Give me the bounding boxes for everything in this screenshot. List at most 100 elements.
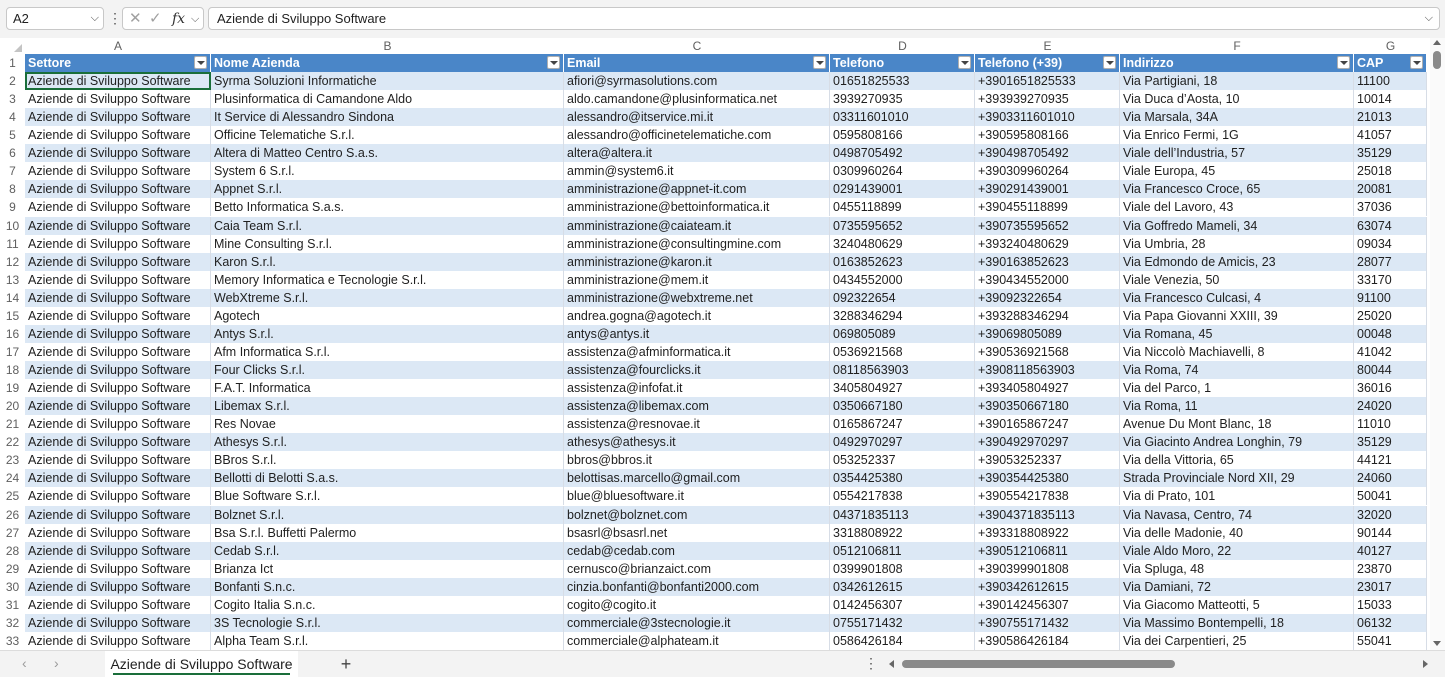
table-cell[interactable]: Memory Informatica e Tecnologie S.r.l.: [211, 270, 564, 289]
row-number[interactable]: 8: [0, 180, 25, 198]
table-cell[interactable]: cinzia.bonfanti@bonfanti2000.com: [564, 577, 830, 596]
table-cell[interactable]: +390755171432: [975, 613, 1120, 632]
table-cell[interactable]: Via del Parco, 1: [1120, 379, 1354, 398]
table-cell[interactable]: Aziende di Sviluppo Software: [25, 90, 211, 109]
table-cell[interactable]: Four Clicks S.r.l.: [211, 361, 564, 380]
table-cell[interactable]: 10014: [1354, 90, 1427, 109]
table-cell[interactable]: Via Enrico Fermi, 1G: [1120, 126, 1354, 145]
table-cell[interactable]: Via Damiani, 72: [1120, 577, 1354, 596]
row-number[interactable]: 13: [0, 271, 25, 289]
table-cell[interactable]: Aziende di Sviluppo Software: [25, 72, 211, 91]
table-cell[interactable]: aldo.camandone@plusinformatica.net: [564, 90, 830, 109]
table-cell[interactable]: assistenza@infofat.it: [564, 379, 830, 398]
table-cell[interactable]: Plusinformatica di Camandone Aldo: [211, 90, 564, 109]
table-cell[interactable]: 36016: [1354, 379, 1427, 398]
table-cell[interactable]: Via Giacomo Matteotti, 5: [1120, 595, 1354, 614]
header-cell[interactable]: CAP: [1354, 54, 1427, 72]
table-cell[interactable]: Strada Provinciale Nord XII, 29: [1120, 469, 1354, 488]
table-cell[interactable]: Aziende di Sviluppo Software: [25, 198, 211, 217]
table-cell[interactable]: altera@altera.it: [564, 144, 830, 163]
table-cell[interactable]: Aziende di Sviluppo Software: [25, 216, 211, 235]
table-cell[interactable]: assistenza@fourclicks.it: [564, 361, 830, 380]
column-header[interactable]: D: [830, 38, 975, 54]
table-cell[interactable]: 06132: [1354, 613, 1427, 632]
table-cell[interactable]: amministrazione@appnet-it.com: [564, 180, 830, 199]
row-number[interactable]: 31: [0, 596, 25, 614]
table-cell[interactable]: 0536921568: [830, 342, 975, 361]
table-cell[interactable]: 0350667180: [830, 397, 975, 416]
table-cell[interactable]: 069805089: [830, 324, 975, 343]
table-cell[interactable]: 44121: [1354, 451, 1427, 470]
header-cell[interactable]: Nome Azienda: [211, 54, 564, 72]
table-cell[interactable]: cedab@cedab.com: [564, 541, 830, 560]
row-number[interactable]: 11: [0, 235, 25, 253]
table-cell[interactable]: 0399901808: [830, 559, 975, 578]
table-cell[interactable]: +3908118563903: [975, 361, 1120, 380]
table-cell[interactable]: 0735595652: [830, 216, 975, 235]
column-header[interactable]: C: [564, 38, 830, 54]
table-cell[interactable]: Agotech: [211, 306, 564, 325]
more-options-icon[interactable]: ⋮: [108, 9, 122, 29]
table-cell[interactable]: 03311601010: [830, 108, 975, 127]
table-cell[interactable]: 37036: [1354, 198, 1427, 217]
table-cell[interactable]: Viale del Lavoro, 43: [1120, 198, 1354, 217]
table-cell[interactable]: 3318808922: [830, 523, 975, 542]
table-cell[interactable]: Via Roma, 74: [1120, 361, 1354, 380]
table-cell[interactable]: amministrazione@bettoinformatica.it: [564, 198, 830, 217]
table-cell[interactable]: Brianza Ict: [211, 559, 564, 578]
table-cell[interactable]: Via di Prato, 101: [1120, 487, 1354, 506]
table-cell[interactable]: Aziende di Sviluppo Software: [25, 595, 211, 614]
table-cell[interactable]: ammin@system6.it: [564, 162, 830, 181]
header-cell[interactable]: Indirizzo: [1120, 54, 1354, 72]
table-cell[interactable]: 24060: [1354, 469, 1427, 488]
table-cell[interactable]: +390350667180: [975, 397, 1120, 416]
table-cell[interactable]: Aziende di Sviluppo Software: [25, 433, 211, 452]
table-cell[interactable]: +390165867247: [975, 415, 1120, 434]
table-cell[interactable]: assistenza@libemax.com: [564, 397, 830, 416]
table-cell[interactable]: 20081: [1354, 180, 1427, 199]
table-cell[interactable]: +390595808166: [975, 126, 1120, 145]
table-cell[interactable]: Appnet S.r.l.: [211, 180, 564, 199]
row-number[interactable]: 14: [0, 289, 25, 307]
scroll-left-icon[interactable]: [889, 660, 894, 668]
table-cell[interactable]: Blue Software S.r.l.: [211, 487, 564, 506]
table-cell[interactable]: 09034: [1354, 234, 1427, 253]
table-cell[interactable]: 053252337: [830, 451, 975, 470]
table-cell[interactable]: 01651825533: [830, 72, 975, 91]
cancel-icon[interactable]: ✕: [129, 9, 142, 29]
table-cell[interactable]: F.A.T. Informatica: [211, 379, 564, 398]
row-number[interactable]: 1: [0, 54, 25, 72]
table-cell[interactable]: +390455118899: [975, 198, 1120, 217]
table-cell[interactable]: Aziende di Sviluppo Software: [25, 144, 211, 163]
table-cell[interactable]: antys@antys.it: [564, 324, 830, 343]
table-cell[interactable]: +393405804927: [975, 379, 1120, 398]
table-cell[interactable]: 0291439001: [830, 180, 975, 199]
table-cell[interactable]: 0755171432: [830, 613, 975, 632]
horizontal-scrollbar[interactable]: [886, 658, 1431, 670]
row-number[interactable]: 17: [0, 343, 25, 361]
table-cell[interactable]: BBros S.r.l.: [211, 451, 564, 470]
table-cell[interactable]: Via Francesco Culcasi, 4: [1120, 288, 1354, 307]
insert-function-icon[interactable]: fx: [172, 9, 185, 29]
table-cell[interactable]: +390399901808: [975, 559, 1120, 578]
table-cell[interactable]: Via delle Madonie, 40: [1120, 523, 1354, 542]
table-cell[interactable]: Syrma Soluzioni Informatiche: [211, 72, 564, 91]
table-cell[interactable]: bsasrl@bsasrl.net: [564, 523, 830, 542]
table-cell[interactable]: 0498705492: [830, 144, 975, 163]
table-cell[interactable]: 23870: [1354, 559, 1427, 578]
header-cell[interactable]: Settore: [25, 54, 211, 72]
table-cell[interactable]: Karon S.r.l.: [211, 252, 564, 271]
table-cell[interactable]: 0554217838: [830, 487, 975, 506]
table-cell[interactable]: +390354425380: [975, 469, 1120, 488]
table-cell[interactable]: 24020: [1354, 397, 1427, 416]
row-number[interactable]: 5: [0, 126, 25, 144]
table-cell[interactable]: Aziende di Sviluppo Software: [25, 361, 211, 380]
table-cell[interactable]: Libemax S.r.l.: [211, 397, 564, 416]
table-cell[interactable]: Aziende di Sviluppo Software: [25, 252, 211, 271]
table-cell[interactable]: 0165867247: [830, 415, 975, 434]
table-cell[interactable]: 0492970297: [830, 433, 975, 452]
table-cell[interactable]: Via Papa Giovanni XXIII, 39: [1120, 306, 1354, 325]
table-cell[interactable]: Via Goffredo Mameli, 34: [1120, 216, 1354, 235]
table-cell[interactable]: Officine Telematiche S.r.l.: [211, 126, 564, 145]
horizontal-scroll-thumb[interactable]: [902, 660, 1175, 668]
